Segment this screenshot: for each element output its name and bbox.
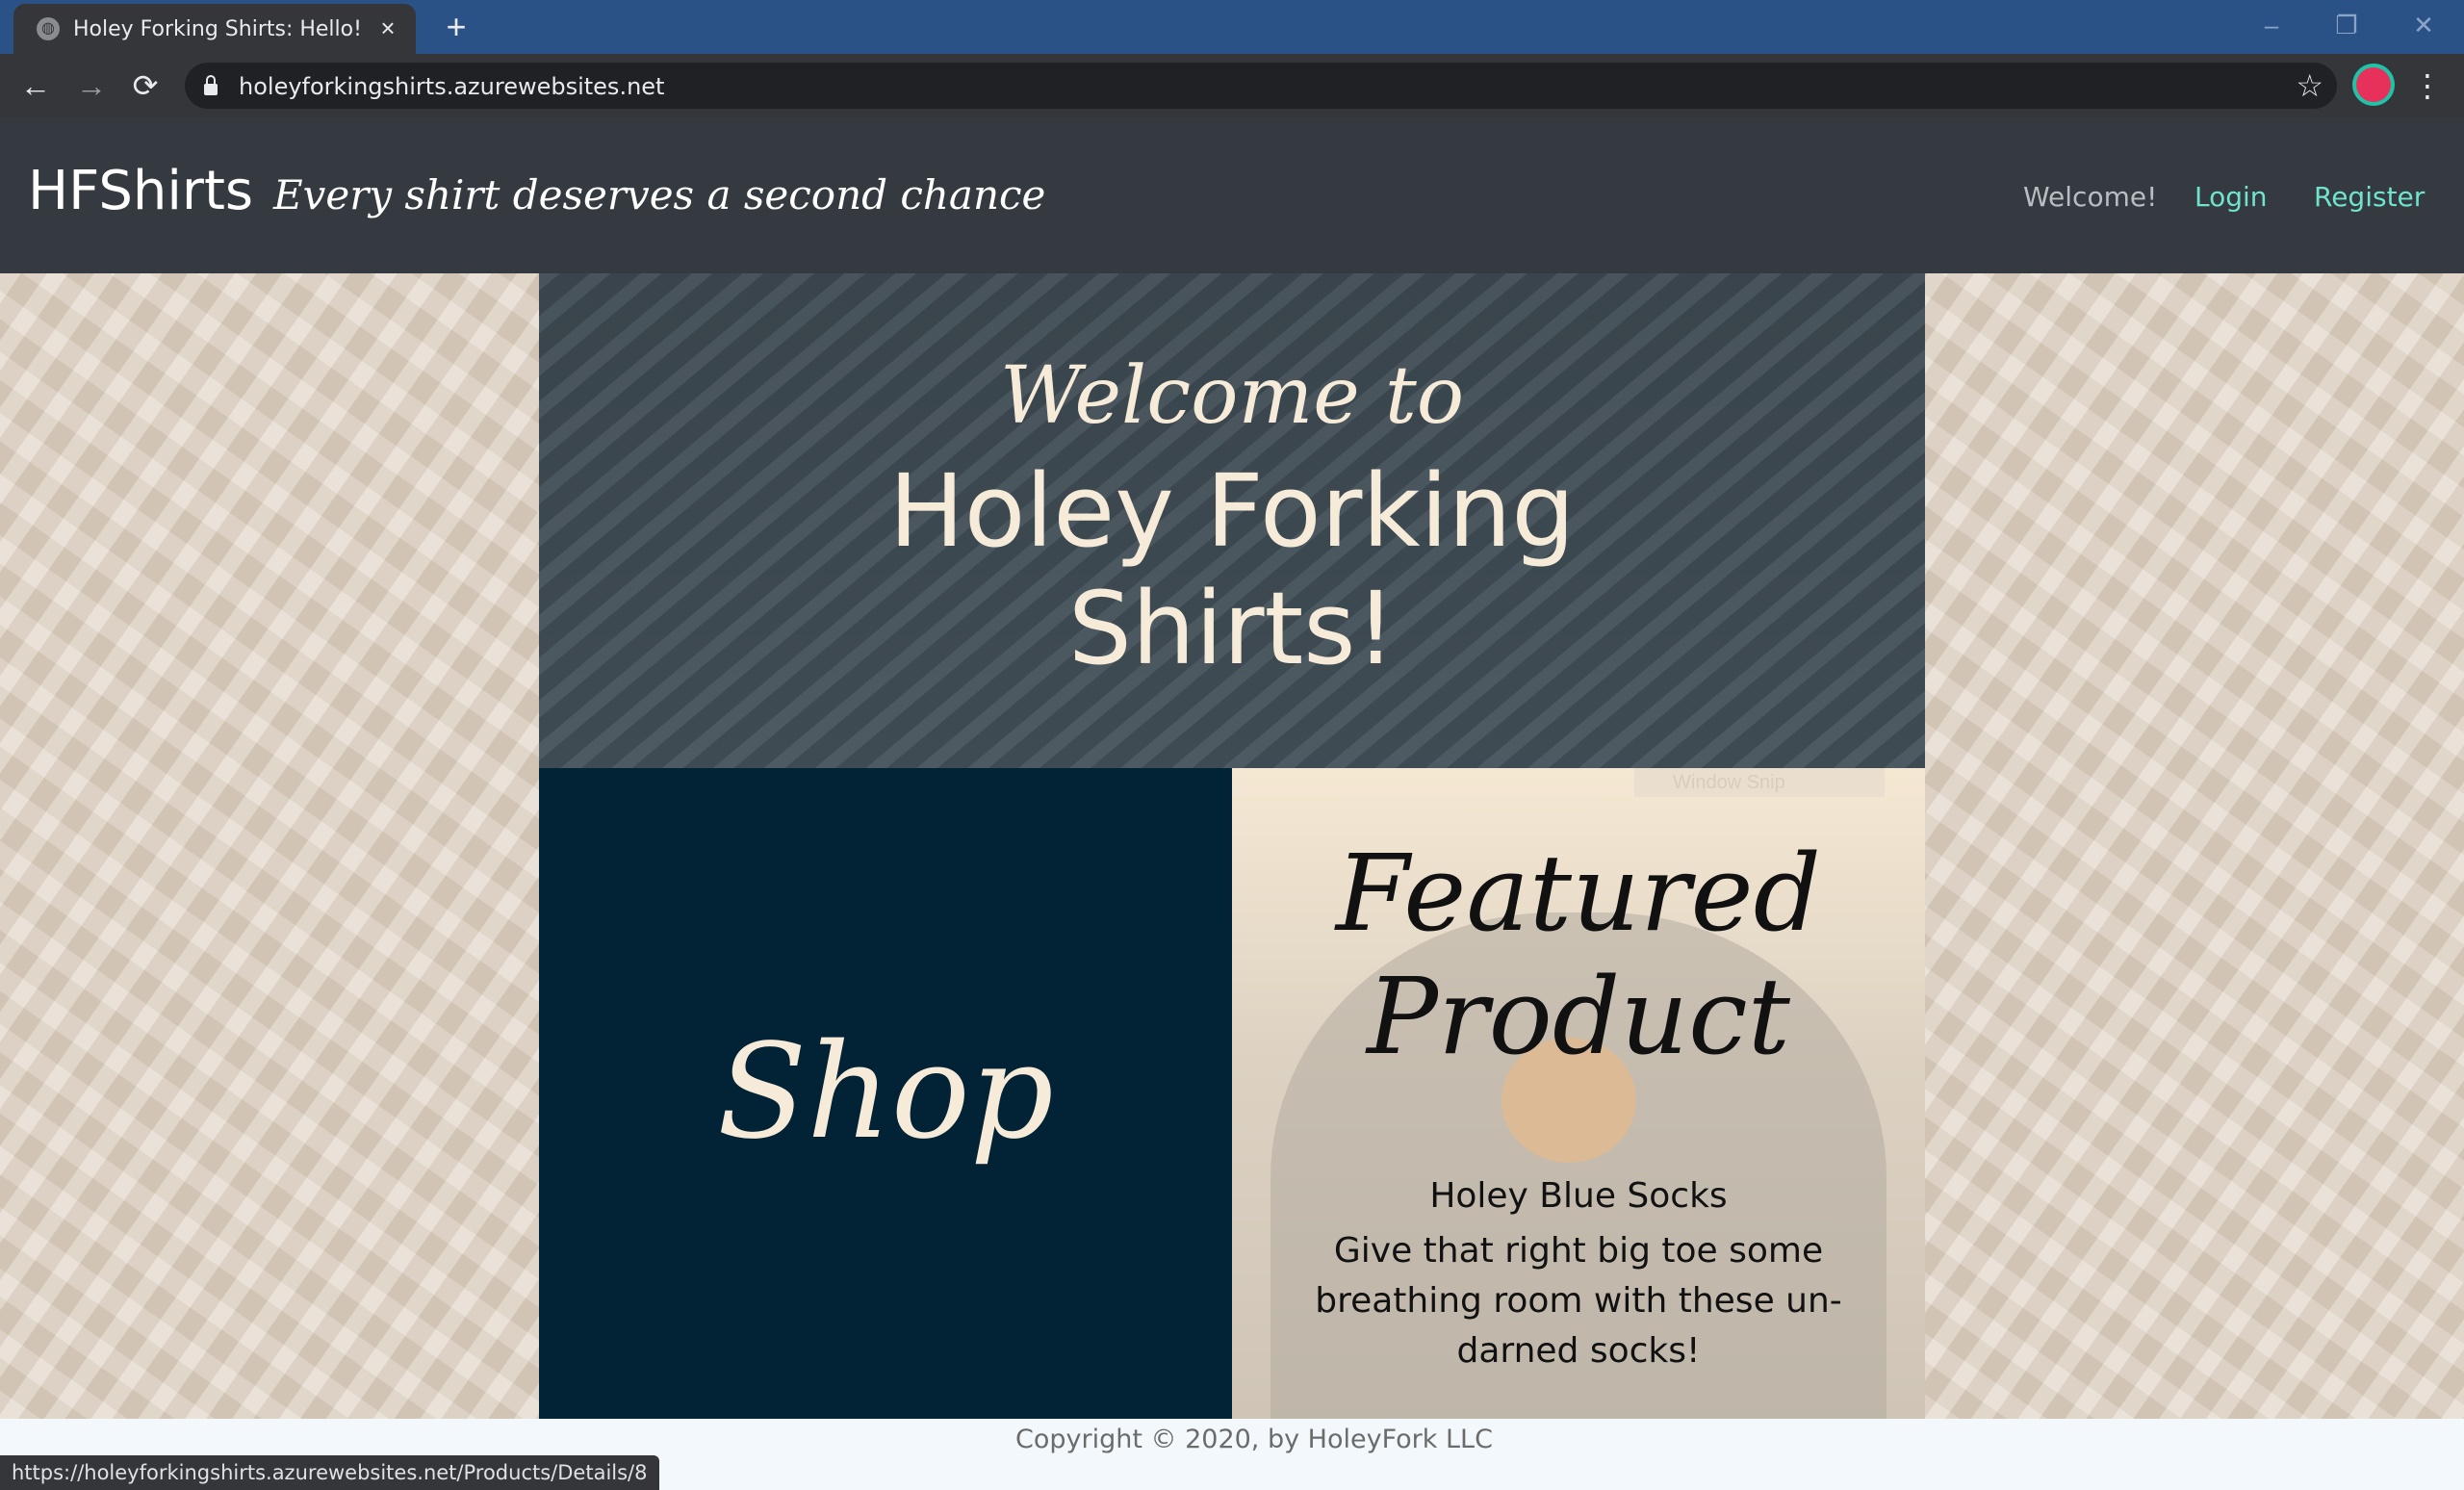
- bookmark-star-icon[interactable]: ☆: [2296, 66, 2323, 105]
- nav-login-link[interactable]: Login: [2194, 181, 2268, 213]
- hero-title-line1: Holey Forking: [888, 452, 1576, 570]
- globe-icon: ◍: [37, 17, 60, 40]
- hero-welcome: Welcome to: [999, 350, 1465, 442]
- shop-label: Shop: [717, 1016, 1054, 1169]
- address-bar[interactable]: holeyforkingshirts.azurewebsites.net ☆: [185, 63, 2337, 109]
- tab-title: Holey Forking Shirts: Hello!: [73, 17, 362, 41]
- browser-menu-icon[interactable]: ⋮: [2412, 65, 2443, 106]
- shop-tile[interactable]: Shop: [539, 768, 1232, 1419]
- window-close-icon[interactable]: ✕: [2404, 6, 2443, 44]
- back-icon[interactable]: ←: [15, 65, 56, 106]
- nav-register-link[interactable]: Register: [2314, 181, 2425, 213]
- lock-icon: [204, 75, 218, 95]
- minimize-icon[interactable]: –: [2252, 6, 2291, 44]
- featured-heading-line1: Featured: [1335, 832, 1822, 955]
- forward-icon[interactable]: →: [71, 65, 112, 106]
- hero-banner: Welcome to Holey Forking Shirts!: [539, 273, 1925, 768]
- link-status-bubble: https://holeyforkingshirts.azurewebsites…: [0, 1455, 659, 1490]
- browser-tab-bar: ◍ Holey Forking Shirts: Hello! × + – ❐ ✕: [0, 0, 2464, 54]
- hero-title: Holey Forking Shirts!: [539, 452, 1925, 687]
- url-text[interactable]: holeyforkingshirts.azurewebsites.net: [239, 73, 664, 100]
- hero-title-line2: Shirts!: [1067, 570, 1397, 687]
- site-header: HFShirts Every shirt deserves a second c…: [0, 117, 2464, 273]
- new-tab-icon[interactable]: +: [439, 10, 474, 44]
- reload-icon[interactable]: ⟳: [125, 65, 166, 106]
- restore-icon[interactable]: ❐: [2327, 6, 2366, 44]
- featured-product-name: Holey Blue Socks: [1429, 1176, 1728, 1216]
- profile-avatar-icon[interactable]: [2356, 67, 2391, 102]
- tab-close-icon[interactable]: ×: [373, 13, 402, 42]
- copyright-text: Copyright © 2020, by HoleyFork LLC: [1015, 1425, 1493, 1454]
- browser-tab[interactable]: ◍ Holey Forking Shirts: Hello! ×: [13, 4, 416, 54]
- brand-logo[interactable]: HFShirts: [28, 160, 253, 222]
- featured-product-description: Give that right big toe some breathing r…: [1315, 1231, 1842, 1371]
- featured-heading: Featured Product: [1232, 832, 1925, 1078]
- brand-tagline: Every shirt deserves a second chance: [273, 171, 1046, 218]
- featured-product-tile[interactable]: Window Snip Featured Product Holey Blue …: [1232, 768, 1925, 1419]
- window-snip-overlay: Window Snip: [1634, 768, 1885, 797]
- browser-toolbar: ← → ⟳ holeyforkingshirts.azurewebsites.n…: [0, 54, 2464, 117]
- featured-heading-line2: Product: [1367, 955, 1790, 1078]
- nav-welcome: Welcome!: [2023, 181, 2158, 213]
